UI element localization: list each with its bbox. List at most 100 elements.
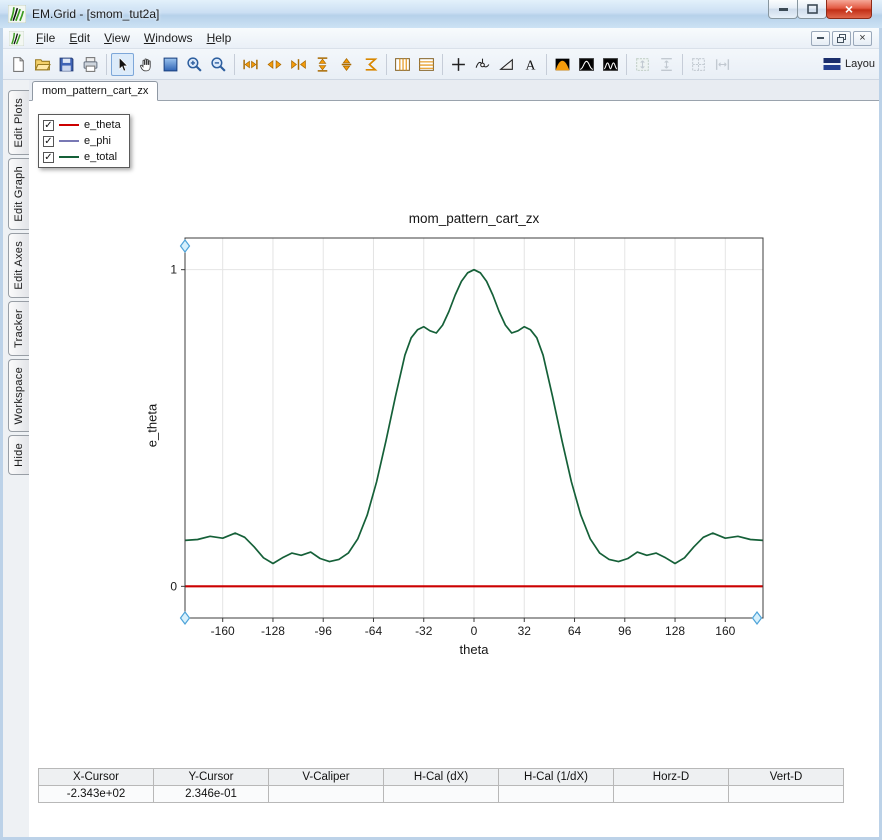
menu-view[interactable]: View: [97, 29, 137, 47]
arrows-updown-button[interactable]: [335, 53, 358, 76]
close-button[interactable]: ×: [826, 0, 872, 19]
snap-grid-disabled-button: [687, 53, 710, 76]
menu-file[interactable]: File: [29, 29, 62, 47]
expand-y-button[interactable]: [311, 53, 334, 76]
mdi-restore-button[interactable]: [832, 30, 851, 46]
zoom-in-icon: [187, 56, 202, 72]
y-tick-label: 0: [170, 579, 177, 593]
maximize-icon: [806, 4, 818, 14]
open-file-button[interactable]: [31, 53, 54, 76]
panes-vertical-button[interactable]: [391, 53, 414, 76]
minimize-button[interactable]: [768, 0, 798, 19]
plot-svg[interactable]: -160 -128 -96 -64 -32 0 32 64 96 128 160 0 1: [149, 201, 809, 661]
legend-checkbox-e-theta[interactable]: [43, 119, 54, 131]
toolbar: A Layou: [3, 49, 879, 80]
app-logo-icon: [8, 5, 26, 23]
save-button[interactable]: [55, 53, 78, 76]
status-header: Y-Cursor: [153, 768, 269, 786]
expand-x-button[interactable]: [239, 53, 262, 76]
expand-x-icon: [243, 59, 258, 69]
x-tick-label: -32: [415, 624, 433, 638]
legend-box: e_theta e_phi e_total: [38, 114, 130, 168]
new-document-button[interactable]: [7, 53, 30, 76]
arrows-out-x-button[interactable]: [263, 53, 286, 76]
plot-canvas: e_theta e_phi e_total: [29, 101, 879, 837]
sidebar-tab-tracker[interactable]: Tracker: [8, 300, 29, 356]
x-tick-label: 96: [618, 624, 632, 638]
legend-line-sample: [59, 140, 79, 142]
fit-vertical-disabled-button: [655, 53, 678, 76]
toolbar-separator: [546, 53, 547, 75]
sum-button[interactable]: [359, 53, 382, 76]
mdi-minimize-button[interactable]: [811, 30, 830, 46]
status-value-h-cal-dx: [383, 785, 499, 803]
legend-item-e-theta: e_theta: [43, 119, 121, 131]
status-header-row: X-Cursor Y-Cursor V-Caliper H-Cal (dX) H…: [38, 768, 844, 786]
status-header: X-Cursor: [38, 768, 154, 786]
axis-handle[interactable]: [179, 239, 191, 253]
text-label-button[interactable]: A: [519, 53, 542, 76]
side-tab-strip: Edit Plots Edit Graph Edit Axes Tracker …: [3, 80, 29, 837]
panes-horizontal-icon: [419, 57, 434, 71]
waveform-2-icon: [603, 57, 618, 71]
x-axis-label: theta: [459, 642, 489, 657]
toolbar-separator: [386, 53, 387, 75]
save-floppy-icon: [59, 57, 74, 71]
document-tabstrip: mom_pattern_cart_zx: [29, 80, 879, 101]
x-tick-label: -64: [365, 624, 383, 638]
waveform-2-button[interactable]: [599, 53, 622, 76]
axis-handle[interactable]: [751, 611, 763, 625]
status-header: V-Caliper: [268, 768, 384, 786]
tracker-status-table: X-Cursor Y-Cursor V-Caliper H-Cal (dX) H…: [38, 768, 844, 803]
legend-checkbox-e-total[interactable]: [43, 151, 54, 163]
panes-horizontal-button[interactable]: [415, 53, 438, 76]
menu-edit[interactable]: Edit: [62, 29, 97, 47]
sidebar-tab-edit-graph[interactable]: Edit Graph: [8, 158, 29, 231]
menu-windows[interactable]: Windows: [137, 29, 200, 47]
x-tick-label: 128: [665, 624, 685, 638]
sidebar-tab-edit-plots[interactable]: Edit Plots: [8, 90, 29, 156]
document-tab[interactable]: mom_pattern_cart_zx: [32, 81, 159, 101]
zoom-in-button[interactable]: [183, 53, 206, 76]
expand-y-icon: [317, 56, 328, 72]
print-button[interactable]: [79, 53, 102, 76]
tracker-button[interactable]: [471, 53, 494, 76]
crosshair-button[interactable]: [447, 53, 470, 76]
toolbar-separator: [682, 53, 683, 75]
menu-help[interactable]: Help: [200, 29, 239, 47]
mdi-close-button[interactable]: ×: [853, 30, 872, 46]
toolbar-separator: [442, 53, 443, 75]
arrows-in-x-button[interactable]: [287, 53, 310, 76]
x-tick-label: 160: [715, 624, 735, 638]
mdi-restore-icon: [837, 33, 846, 43]
status-value-v-caliper: [268, 785, 384, 803]
sidebar-tab-edit-axes[interactable]: Edit Axes: [8, 233, 29, 298]
zoom-out-button[interactable]: [207, 53, 230, 76]
sidebar-tab-workspace[interactable]: Workspace: [8, 358, 29, 433]
status-value-y-cursor: 2.346e-01: [153, 785, 269, 803]
legend-item-e-phi: e_phi: [43, 135, 121, 147]
slope-triangle-button[interactable]: [495, 53, 518, 76]
hand-icon: [140, 57, 151, 71]
x-tick-label: -96: [315, 624, 333, 638]
layout-button[interactable]: Layou: [823, 57, 875, 71]
legend-checkbox-e-phi[interactable]: [43, 135, 54, 147]
zoom-window-button[interactable]: [159, 53, 182, 76]
toolbar-separator: [106, 53, 107, 75]
maximize-button[interactable]: [797, 0, 827, 19]
gradient-plot-button[interactable]: [551, 53, 574, 76]
select-cursor-button[interactable]: [111, 52, 134, 76]
fit-horizontal-icon: [715, 58, 730, 70]
sum-icon: [365, 57, 378, 71]
snap-grid-icon: [692, 57, 705, 71]
y-tick-label: 1: [170, 263, 177, 277]
legend-line-sample: [59, 124, 79, 126]
x-tick-label: -128: [261, 624, 285, 638]
axis-handle[interactable]: [179, 611, 191, 625]
layout-label: Layou: [845, 58, 875, 70]
sidebar-tab-hide[interactable]: Hide: [8, 435, 29, 475]
waveform-1-button[interactable]: [575, 53, 598, 76]
window-title: EM.Grid - [smom_tut2a]: [32, 7, 160, 21]
pan-hand-button[interactable]: [135, 53, 158, 76]
text-label-icon: A: [526, 57, 536, 72]
